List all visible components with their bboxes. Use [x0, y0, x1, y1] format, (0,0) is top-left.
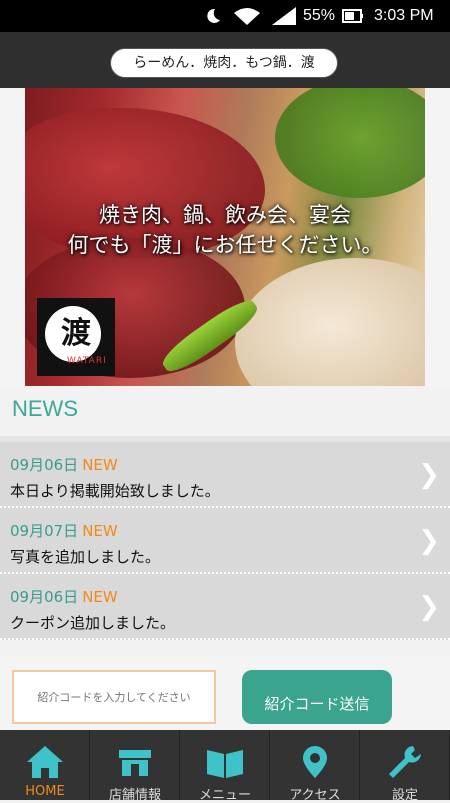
referral-submit-button[interactable]: 紹介コード送信 — [242, 670, 392, 724]
app-header: らーめん．焼肉．もつ鍋．渡 — [0, 32, 450, 88]
tab-label: HOME — [25, 784, 65, 799]
tab-store-info[interactable]: 店舗情報 — [90, 730, 180, 803]
app-title: らーめん．焼肉．もつ鍋．渡 — [110, 48, 338, 78]
hero-caption-line1: 焼き肉、鍋、飲み会、宴会 — [99, 203, 351, 227]
wifi-icon — [232, 7, 262, 30]
battery-icon — [342, 7, 364, 30]
do-not-disturb-icon — [204, 7, 222, 30]
tab-access[interactable]: アクセス — [270, 730, 360, 803]
news-list: 09月06日 NEW 本日より掲載開始致しました。 ❯ 09月07日 NEW 写真を… — [0, 442, 450, 640]
tab-label: アクセス — [289, 788, 341, 803]
news-date: 09月06日 — [10, 588, 79, 606]
signal-icon — [270, 7, 298, 30]
tab-menu[interactable]: メニュー — [180, 730, 270, 803]
hero-image: 焼き肉、鍋、飲み会、宴会 何でも「渡」にお任せください。 渡 WATARI — [25, 88, 425, 386]
wrench-icon — [385, 744, 425, 780]
battery-percent: 55% — [303, 7, 336, 24]
logo-kanji: 渡 — [61, 316, 91, 351]
hero-caption-line2: 何でも「渡」にお任せください。 — [67, 233, 383, 257]
tab-label: 店舗情報 — [108, 788, 161, 803]
bottom-tab-bar: HOME 店舗情報 メニュー アクセス 設定 — [0, 730, 450, 803]
logo-sub: WATARI — [67, 356, 107, 366]
new-badge: NEW — [82, 456, 118, 474]
news-item[interactable]: 09月06日 NEW 本日より掲載開始致しました。 ❯ — [0, 442, 450, 508]
news-text: 本日より掲載開始致しました。 — [10, 482, 220, 500]
news-text: 写真を追加しました。 — [10, 548, 161, 566]
chevron-right-icon: ❯ — [418, 592, 440, 622]
news-item[interactable]: 09月06日 NEW クーポン追加しました。 ❯ — [0, 574, 450, 640]
news-heading: NEWS — [12, 396, 78, 421]
hero-caption: 焼き肉、鍋、飲み会、宴会 何でも「渡」にお任せください。 — [25, 200, 425, 260]
chevron-right-icon: ❯ — [418, 460, 440, 490]
status-bar: 55% 3:03 PM — [0, 0, 450, 32]
news-text: クーポン追加しました。 — [10, 614, 176, 632]
chevron-right-icon: ❯ — [418, 526, 440, 556]
tab-label: メニュー — [198, 788, 251, 803]
news-date: 09月06日 — [10, 456, 79, 474]
referral-section: 紹介コード送信 — [0, 656, 450, 730]
tab-settings[interactable]: 設定 — [360, 730, 450, 803]
tab-label: 設定 — [391, 788, 418, 803]
home-icon — [25, 744, 65, 780]
book-icon — [205, 744, 245, 780]
clock: 3:03 PM — [374, 7, 434, 24]
new-badge: NEW — [82, 522, 118, 540]
news-item[interactable]: 09月07日 NEW 写真を追加しました。 ❯ — [0, 508, 450, 574]
news-date: 09月07日 — [10, 522, 79, 540]
store-logo: 渡 WATARI — [37, 298, 115, 376]
tab-home[interactable]: HOME — [0, 730, 90, 800]
store-icon — [115, 744, 155, 780]
map-pin-icon — [295, 744, 335, 780]
referral-code-input[interactable] — [12, 670, 216, 724]
hero-banner: 焼き肉、鍋、飲み会、宴会 何でも「渡」にお任せください。 渡 WATARI ★ — [0, 88, 450, 470]
new-badge: NEW — [82, 588, 118, 606]
